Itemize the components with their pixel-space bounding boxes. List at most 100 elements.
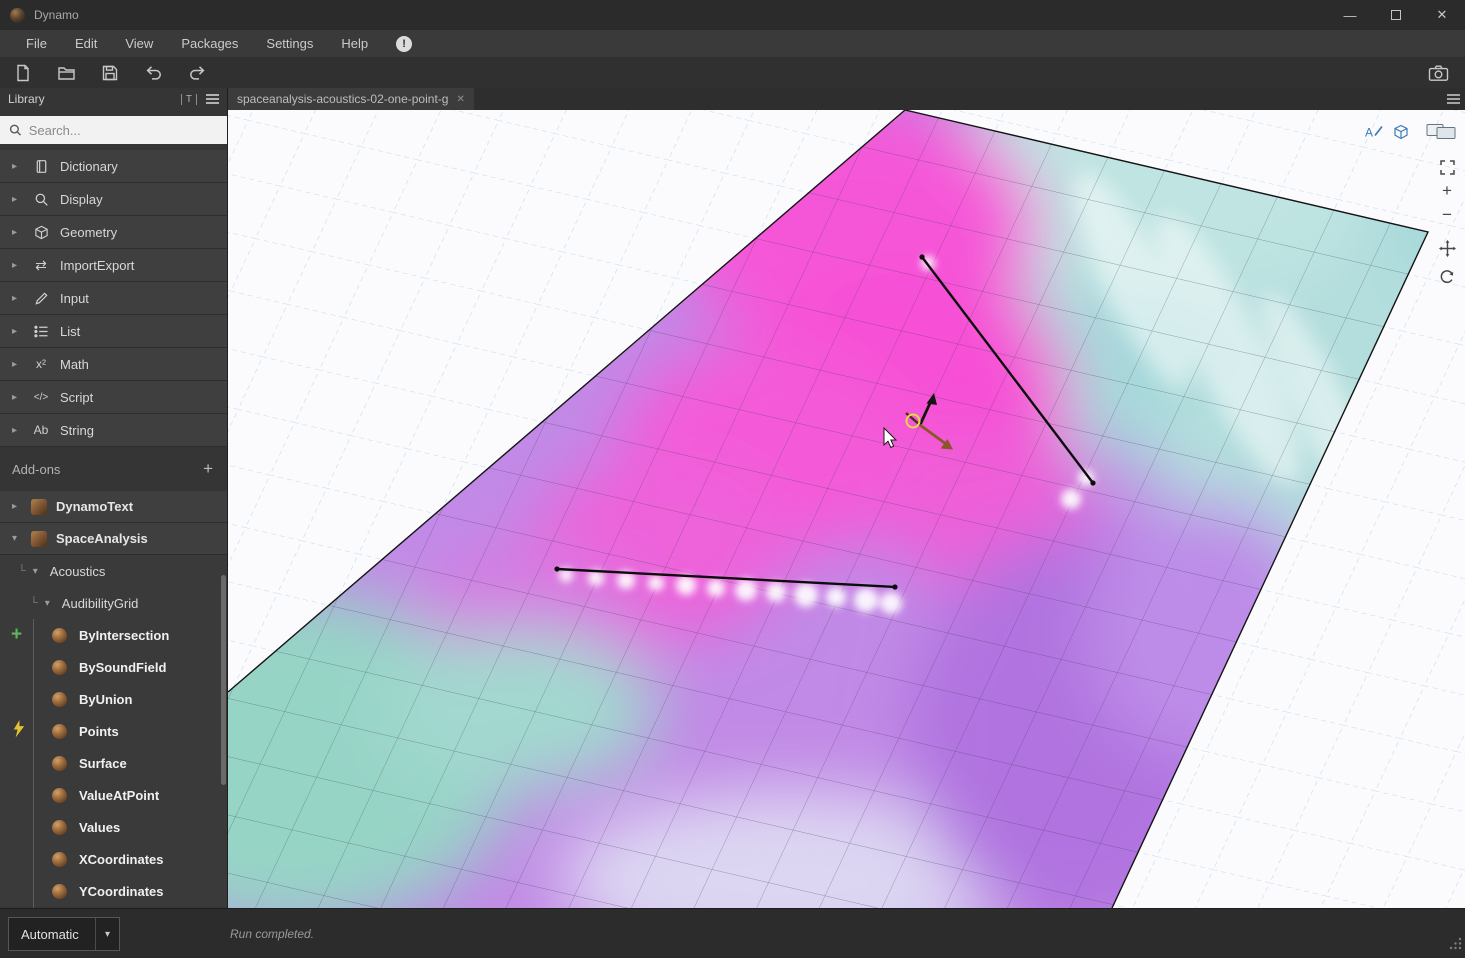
save-button[interactable] <box>101 64 119 82</box>
minimize-icon: — <box>1344 8 1357 23</box>
minimize-button[interactable]: — <box>1327 0 1373 30</box>
library-scrollbar[interactable] <box>221 575 226 785</box>
node-icon <box>52 692 67 707</box>
importexport-icon: ⇄ <box>31 257 51 274</box>
workspace-tab[interactable]: spaceanalysis-acoustics-02-one-point-g ✕ <box>228 88 474 110</box>
notifications-icon[interactable]: ! <box>396 36 412 52</box>
chevron-down-icon[interactable]: ▾ <box>12 533 22 544</box>
node-icon <box>52 852 67 867</box>
menu-file[interactable]: File <box>12 30 61 57</box>
preview-toggle-group: A <box>1364 123 1409 145</box>
library-filter-icon[interactable]: T <box>181 94 197 105</box>
menu-packages[interactable]: Packages <box>167 30 252 57</box>
node-icon <box>52 756 67 771</box>
menu-edit[interactable]: Edit <box>61 30 111 57</box>
orbit-button[interactable] <box>1434 265 1460 289</box>
library-category-input[interactable]: ▸ Input <box>0 282 227 315</box>
maximize-button[interactable] <box>1373 0 1419 30</box>
library-node-values[interactable]: Values <box>0 811 227 843</box>
display-icon <box>31 192 51 207</box>
search-input[interactable] <box>29 123 218 138</box>
redo-button[interactable] <box>188 64 207 81</box>
library-node-byunion[interactable]: ByUnion <box>0 683 227 715</box>
library-node-xcoordinates[interactable]: XCoordinates <box>0 843 227 875</box>
menu-settings[interactable]: Settings <box>252 30 327 57</box>
close-button[interactable]: ✕ <box>1419 0 1465 30</box>
library-node-valueatpoint[interactable]: ValueAtPoint <box>0 779 227 811</box>
chevron-down-icon[interactable]: ▾ <box>45 598 55 609</box>
workspace-menu-icon[interactable] <box>1447 94 1460 104</box>
workspace-tab-bar: spaceanalysis-acoustics-02-one-point-g ✕ <box>228 88 1465 110</box>
title-bar: Dynamo — ✕ <box>0 0 1465 30</box>
new-file-button[interactable] <box>14 64 32 82</box>
library-search-row <box>0 110 227 150</box>
tab-close-icon[interactable]: ✕ <box>456 94 464 105</box>
chevron-right-icon[interactable]: ▸ <box>12 425 22 436</box>
node-icon <box>52 660 67 675</box>
script-icon: </> <box>31 392 51 403</box>
library-category-string[interactable]: ▸ Ab String <box>0 414 227 447</box>
library-category-list[interactable]: ▸ List <box>0 315 227 348</box>
library-node-byintersection[interactable]: ByIntersection <box>0 619 227 651</box>
chevron-right-icon[interactable]: ▸ <box>12 260 22 271</box>
library-category-dictionary[interactable]: ▸ Dictionary <box>0 150 227 183</box>
chevron-right-icon[interactable]: ▸ <box>12 161 22 172</box>
node-icon <box>52 820 67 835</box>
library-category-script[interactable]: ▸ </> Script <box>0 381 227 414</box>
library-node-ycoordinates[interactable]: YCoordinates <box>0 875 227 907</box>
annotation-toggle-icon[interactable]: A <box>1364 123 1384 145</box>
tree-category-acoustics[interactable]: └ ▾ Acoustics <box>0 555 227 587</box>
chevron-right-icon[interactable]: ▸ <box>12 501 22 512</box>
toolbar <box>0 57 1465 88</box>
library-node-surface[interactable]: Surface <box>0 747 227 779</box>
dictionary-icon <box>31 159 51 174</box>
menu-help[interactable]: Help <box>327 30 382 57</box>
input-pencil-icon <box>31 291 51 306</box>
library-node-points[interactable]: Points <box>0 715 227 747</box>
menu-view[interactable]: View <box>111 30 167 57</box>
geometry-icon <box>31 225 51 240</box>
add-package-button[interactable]: + <box>203 459 213 479</box>
window-controls: — ✕ <box>1327 0 1465 30</box>
tree-elbow-icon: └ <box>18 565 26 577</box>
library-category-geometry[interactable]: ▸ Geometry <box>0 216 227 249</box>
open-file-button[interactable] <box>57 64 76 82</box>
geometry-preview-toggle-icon[interactable] <box>1393 124 1409 145</box>
list-icon <box>31 325 51 338</box>
zoom-fit-button[interactable] <box>1434 155 1460 179</box>
library-category-display[interactable]: ▸ Display <box>0 183 227 216</box>
chevron-right-icon[interactable]: ▸ <box>12 227 22 238</box>
chevron-down-icon: ▾ <box>95 918 119 950</box>
undo-button[interactable] <box>144 64 163 81</box>
menu-bar: File Edit View Packages Settings Help ! <box>0 30 1465 57</box>
pan-button[interactable] <box>1434 236 1460 260</box>
tree-subcategory-audibilitygrid[interactable]: └ ▾ AudibilityGrid <box>0 587 227 619</box>
run-status-text: Run completed. <box>230 927 314 941</box>
library-menu-icon[interactable] <box>206 94 219 104</box>
run-mode-select[interactable]: Automatic ▾ <box>8 917 120 951</box>
tree-guide-line <box>33 619 34 908</box>
library-node-bysoundfield[interactable]: BySoundField <box>0 651 227 683</box>
node-icon <box>52 788 67 803</box>
viewport-3d[interactable] <box>228 110 1465 908</box>
zoom-in-button[interactable]: + <box>1434 179 1460 203</box>
chevron-right-icon[interactable]: ▸ <box>12 392 22 403</box>
tree-elbow-icon: └ <box>30 597 38 609</box>
zoom-out-button[interactable]: − <box>1434 203 1460 227</box>
view-layout-toggle-icon[interactable] <box>1426 123 1456 145</box>
close-icon: ✕ <box>1437 7 1448 23</box>
chevron-right-icon[interactable]: ▸ <box>12 326 22 337</box>
package-spaceanalysis[interactable]: ▾ SpaceAnalysis <box>0 523 227 555</box>
package-dynamotext[interactable]: ▸ DynamoText <box>0 491 227 523</box>
chevron-right-icon[interactable]: ▸ <box>12 293 22 304</box>
library-category-math[interactable]: ▸ x² Math <box>0 348 227 381</box>
node-icon <box>52 628 67 643</box>
chevron-right-icon[interactable]: ▸ <box>12 359 22 370</box>
export-image-camera-button[interactable] <box>1428 64 1449 82</box>
chevron-down-icon[interactable]: ▾ <box>33 566 43 577</box>
background-preview-3d[interactable]: A + − <box>228 110 1465 908</box>
resize-grip[interactable] <box>1449 937 1462 955</box>
lightning-icon <box>12 720 25 743</box>
chevron-right-icon[interactable]: ▸ <box>12 194 22 205</box>
library-category-importexport[interactable]: ▸ ⇄ ImportExport <box>0 249 227 282</box>
